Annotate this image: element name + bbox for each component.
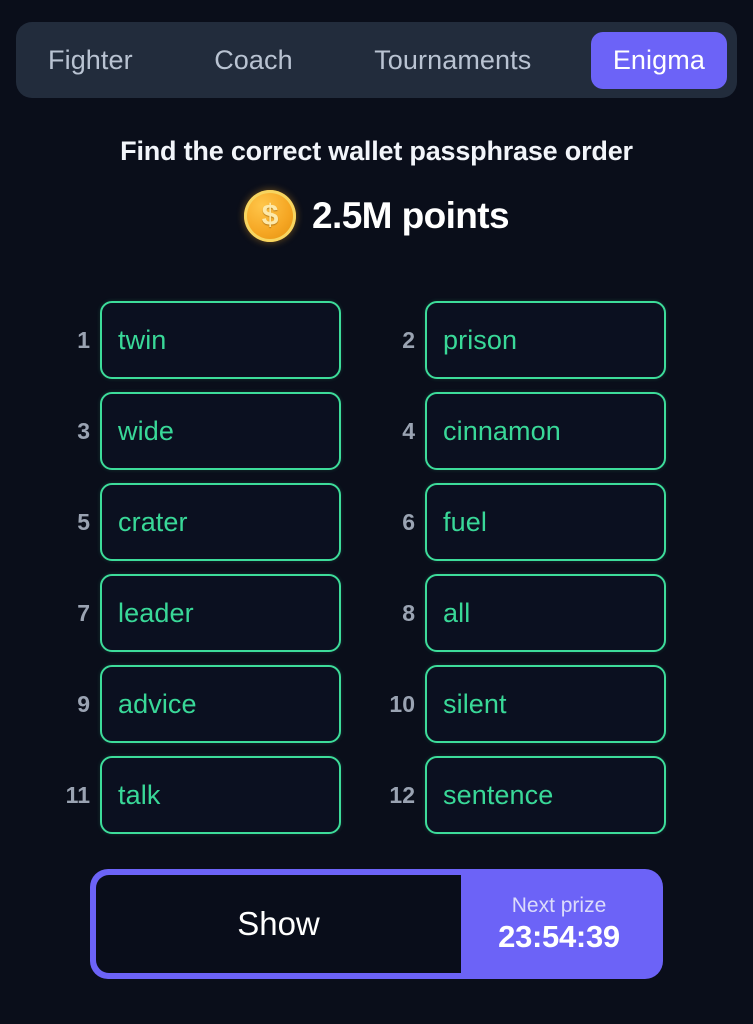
- show-button[interactable]: Show: [96, 875, 461, 973]
- gold-coin-dollar-icon: $: [244, 190, 297, 242]
- list-item: 9 advice: [62, 663, 341, 745]
- list-item: 1 twin: [62, 299, 341, 381]
- word-card-7[interactable]: leader: [100, 574, 341, 652]
- word-index: 1: [77, 326, 90, 353]
- reward-amount: 2.5M points: [312, 195, 510, 236]
- word-text: advice: [118, 688, 197, 719]
- word-text: wide: [118, 415, 174, 446]
- passphrase-grid: 1 twin 2 prison 3 wide 4 cinnamon 5 crat…: [62, 299, 666, 836]
- word-index: 11: [65, 781, 90, 808]
- word-text: all: [443, 597, 471, 628]
- word-card-6[interactable]: fuel: [425, 483, 666, 561]
- word-index: 4: [402, 417, 415, 444]
- next-prize-timer: 23:54:39: [498, 918, 620, 954]
- word-index: 9: [77, 690, 90, 717]
- word-card-2[interactable]: prison: [425, 301, 666, 379]
- tab-fighter[interactable]: Fighter: [26, 32, 155, 89]
- word-text: leader: [118, 597, 194, 628]
- coin-dollar-symbol: $: [261, 199, 279, 232]
- word-text: prison: [443, 324, 518, 355]
- list-item: 4 cinnamon: [387, 390, 666, 472]
- list-item: 12 sentence: [387, 754, 666, 836]
- list-item: 7 leader: [62, 572, 341, 654]
- list-item: 3 wide: [62, 390, 341, 472]
- word-text: sentence: [443, 779, 554, 810]
- word-index: 6: [402, 508, 415, 535]
- word-card-4[interactable]: cinnamon: [425, 392, 666, 470]
- word-index: 2: [402, 326, 415, 353]
- list-item: 2 prison: [387, 299, 666, 381]
- word-text: cinnamon: [443, 415, 561, 446]
- word-card-12[interactable]: sentence: [425, 756, 666, 834]
- word-card-9[interactable]: advice: [100, 665, 341, 743]
- action-bar: Show Next prize 23:54:39: [90, 869, 663, 979]
- word-text: talk: [118, 779, 161, 810]
- word-index: 5: [77, 508, 90, 535]
- list-item: 5 crater: [62, 481, 341, 563]
- word-card-3[interactable]: wide: [100, 392, 341, 470]
- word-text: twin: [118, 324, 167, 355]
- word-index: 12: [389, 781, 415, 808]
- list-item: 6 fuel: [387, 481, 666, 563]
- next-prize-panel: Next prize 23:54:39: [461, 869, 663, 979]
- reward-row: $ 2.5M points: [0, 190, 753, 242]
- word-card-11[interactable]: talk: [100, 756, 341, 834]
- word-card-5[interactable]: crater: [100, 483, 341, 561]
- word-card-10[interactable]: silent: [425, 665, 666, 743]
- word-card-1[interactable]: twin: [100, 301, 341, 379]
- word-text: fuel: [443, 506, 487, 537]
- tab-coach[interactable]: Coach: [192, 32, 315, 89]
- next-prize-label: Next prize: [511, 894, 607, 918]
- word-card-8[interactable]: all: [425, 574, 666, 652]
- word-index: 3: [77, 417, 90, 444]
- word-index: 10: [389, 690, 415, 717]
- tab-tournaments[interactable]: Tournaments: [352, 32, 553, 89]
- word-index: 7: [77, 599, 90, 626]
- enigma-screen: Fighter Coach Tournaments Enigma Find th…: [0, 0, 753, 1024]
- main-tabbar: Fighter Coach Tournaments Enigma: [16, 22, 737, 98]
- list-item: 8 all: [387, 572, 666, 654]
- page-title: Find the correct wallet passphrase order: [120, 136, 633, 166]
- list-item: 11 talk: [62, 754, 341, 836]
- list-item: 10 silent: [387, 663, 666, 745]
- word-text: silent: [443, 688, 507, 719]
- tab-enigma[interactable]: Enigma: [590, 31, 727, 89]
- word-text: crater: [118, 506, 188, 537]
- word-index: 8: [402, 599, 415, 626]
